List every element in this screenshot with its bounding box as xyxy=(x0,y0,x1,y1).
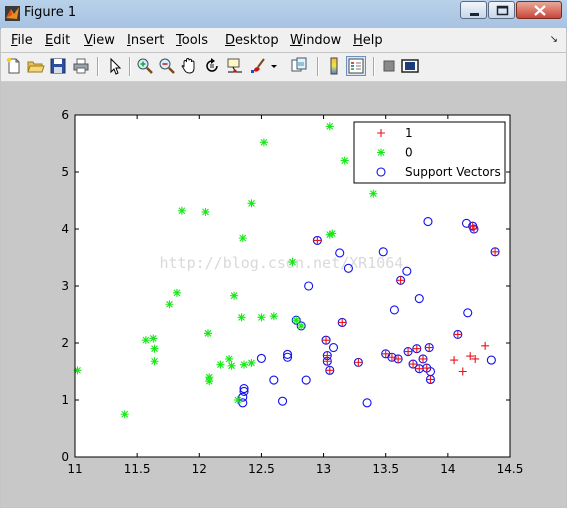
legend-label: 1 xyxy=(405,126,413,140)
data-point-0 xyxy=(227,361,236,370)
data-point-0 xyxy=(297,321,306,330)
menu-file[interactable]: File xyxy=(11,33,33,48)
x-tick-label: 12 xyxy=(192,462,207,476)
menu-view[interactable]: View xyxy=(84,33,115,48)
data-point-0 xyxy=(165,300,174,309)
data-point-0 xyxy=(150,357,159,366)
y-tick-label: 5 xyxy=(61,165,69,179)
legend[interactable]: 1 0 Support Vectors xyxy=(353,121,506,184)
data-point-0 xyxy=(369,189,378,198)
data-point-0 xyxy=(149,334,158,343)
menu-tools[interactable]: Tools xyxy=(176,33,208,48)
link-plot-icon[interactable] xyxy=(289,56,309,76)
data-point-0 xyxy=(141,336,150,345)
y-tick-label: 2 xyxy=(61,336,69,350)
y-tick-label: 4 xyxy=(61,222,69,236)
matlab-logo-icon xyxy=(5,6,20,21)
data-cursor-icon[interactable] xyxy=(225,56,245,76)
data-point-0 xyxy=(216,360,225,369)
insert-colorbar-icon[interactable] xyxy=(324,56,344,76)
data-point-0 xyxy=(247,358,256,367)
x-tick-label: 14 xyxy=(440,462,455,476)
edit-plot-icon[interactable] xyxy=(105,56,125,76)
x-tick-label: 14.5 xyxy=(497,462,524,476)
y-tick-label: 0 xyxy=(61,450,69,464)
x-tick-label: 13.5 xyxy=(372,462,399,476)
data-point-0 xyxy=(240,360,249,369)
data-point-0 xyxy=(247,199,256,208)
close-icon xyxy=(534,5,546,16)
brush-icon[interactable] xyxy=(249,56,269,76)
scatter-plot[interactable]: 11 11.5 12 12.5 13 13.5 14 14.5 0123456 http://… xyxy=(1,82,566,507)
maximize-icon xyxy=(496,5,509,16)
open-file-icon[interactable] xyxy=(26,56,46,76)
x-tick-label: 11 xyxy=(67,462,82,476)
close-button[interactable] xyxy=(516,1,562,19)
new-figure-icon[interactable] xyxy=(4,56,24,76)
hide-plot-tools-icon[interactable] xyxy=(379,56,399,76)
data-point-0 xyxy=(340,156,349,165)
data-point-0 xyxy=(288,258,297,267)
title-bar[interactable]: Figure 1 xyxy=(0,0,567,29)
window-title: Figure 1 xyxy=(24,5,77,20)
brush-dropdown-icon[interactable] xyxy=(269,56,279,76)
data-point-0 xyxy=(325,122,334,131)
data-point-0 xyxy=(205,377,214,386)
zoom-in-icon[interactable] xyxy=(135,56,155,76)
legend-label: Support Vectors xyxy=(405,165,501,179)
zoom-out-icon[interactable] xyxy=(157,56,177,76)
figure-canvas[interactable]: 11 11.5 12 12.5 13 13.5 14 14.5 0123456 http://… xyxy=(1,82,566,507)
menu-desktop[interactable]: Desktop xyxy=(225,33,279,48)
rotate-3d-icon[interactable] xyxy=(202,56,222,76)
data-point-0 xyxy=(259,138,268,147)
insert-legend-icon[interactable] xyxy=(346,56,366,76)
data-point-0 xyxy=(203,329,212,338)
menu-insert[interactable]: Insert xyxy=(127,33,164,48)
data-point-0 xyxy=(269,312,278,321)
x-tick-label: 11.5 xyxy=(124,462,151,476)
data-point-0 xyxy=(233,396,242,404)
menu-help[interactable]: Help xyxy=(353,33,383,48)
dock-figure-icon[interactable]: ↘ xyxy=(550,34,558,45)
y-tick-label: 6 xyxy=(61,108,69,122)
data-point-0 xyxy=(237,313,246,322)
y-tick-label: 3 xyxy=(61,279,69,293)
data-point-0 xyxy=(230,291,239,300)
legend-label: 0 xyxy=(405,146,413,160)
data-point-0 xyxy=(201,207,210,216)
maximize-button[interactable] xyxy=(488,1,515,19)
menu-edit[interactable]: Edit xyxy=(45,33,70,48)
minimize-button[interactable] xyxy=(460,1,487,19)
data-point-0 xyxy=(177,206,186,215)
data-point-0 xyxy=(225,354,234,363)
data-point-0 xyxy=(120,410,129,419)
menu-window[interactable]: Window xyxy=(290,33,341,48)
menu-bar: File Edit View Insert Tools Desktop Wind… xyxy=(1,28,566,52)
data-point-0 xyxy=(328,229,337,238)
data-point-0 xyxy=(172,288,181,297)
legend-marker xyxy=(377,148,385,157)
x-tick-label: 12.5 xyxy=(248,462,275,476)
minimize-icon xyxy=(470,13,479,16)
data-point-0 xyxy=(257,313,266,322)
save-icon[interactable] xyxy=(48,56,68,76)
pan-icon[interactable] xyxy=(179,56,199,76)
data-point-0 xyxy=(150,344,159,353)
print-icon[interactable] xyxy=(71,56,91,76)
watermark: http://blog.csdn.net/XR1064 xyxy=(160,254,404,272)
y-tick-label: 1 xyxy=(61,393,69,407)
figure-toolbar xyxy=(1,53,566,82)
data-point-0 xyxy=(238,234,247,243)
x-tick-label: 13 xyxy=(316,462,331,476)
show-plot-tools-icon[interactable] xyxy=(400,56,420,76)
